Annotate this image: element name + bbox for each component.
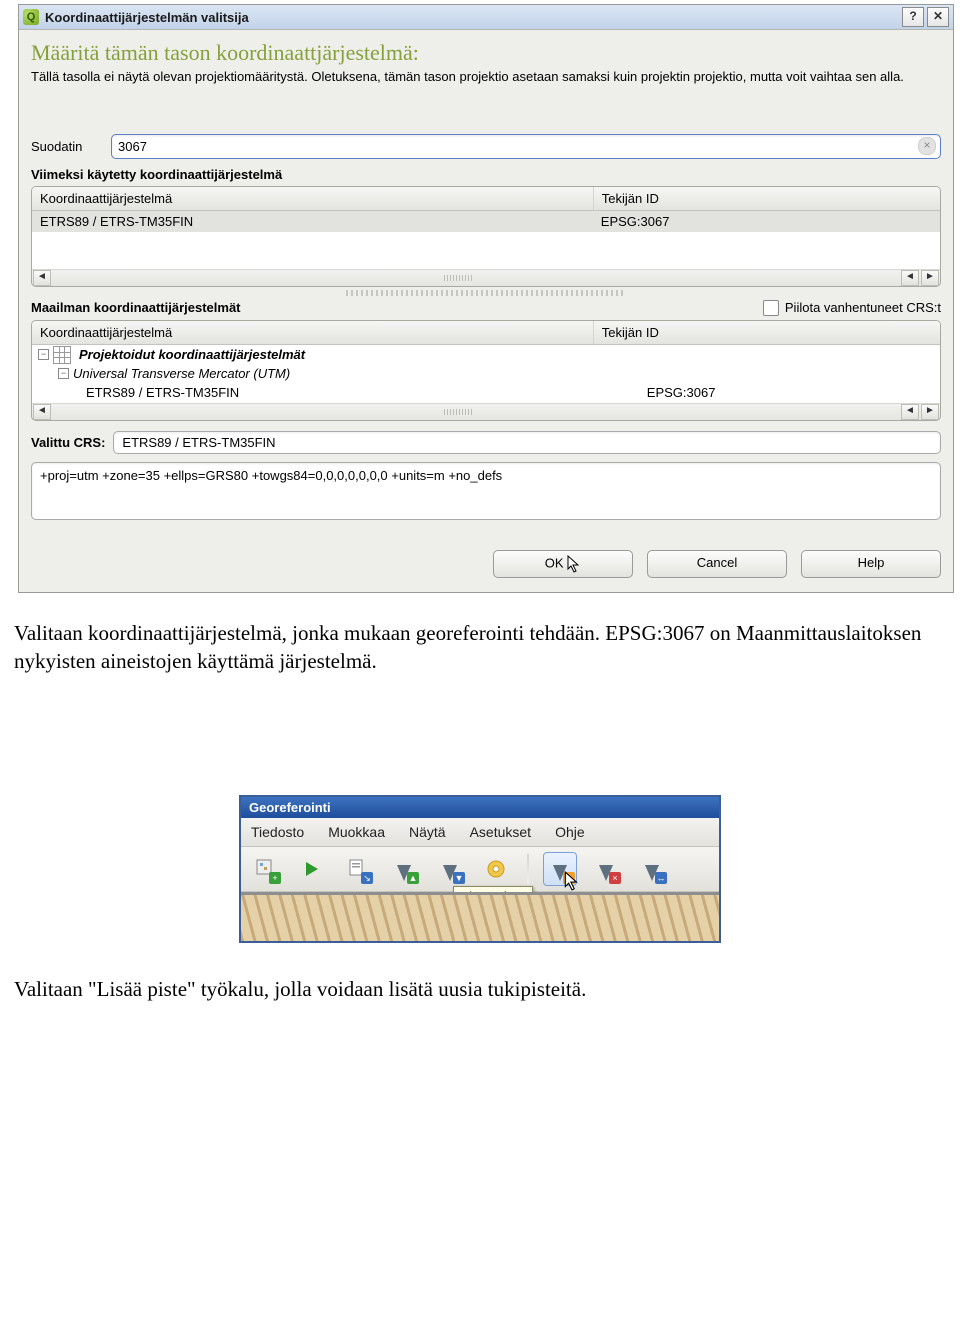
menu-file[interactable]: Tiedosto	[251, 824, 304, 840]
col-header-id-2[interactable]: Tekijän ID	[594, 321, 941, 344]
tree-group-utm[interactable]: − Universal Transverse Mercator (UTM)	[32, 365, 940, 382]
cursor-icon	[567, 555, 581, 573]
hide-deprecated-label: Piilota vanhentuneet CRS:t	[785, 300, 941, 315]
add-point-button[interactable]: ★	[543, 852, 577, 886]
arrow-badge-icon: ↘	[361, 872, 373, 884]
scroll-left4-icon[interactable]: ◄	[901, 404, 919, 420]
titlebar: Q Koordinaattijärjestelmän valitsija ? ✕	[19, 5, 953, 30]
selected-crs-label: Valittu CRS:	[31, 435, 105, 450]
load-gcp-button[interactable]: ▲	[387, 852, 421, 886]
down-badge-icon: ▼	[453, 872, 465, 884]
menu-settings[interactable]: Asetukset	[470, 824, 531, 840]
crs-selector-dialog: Q Koordinaattijärjestelmän valitsija ? ✕…	[18, 4, 954, 593]
grid-icon	[53, 346, 71, 364]
tree-leaf-id: EPSG:3067	[639, 382, 941, 403]
world-hscrollbar[interactable]: ◄ ◄ ►	[32, 403, 940, 420]
ok-button[interactable]: OK	[493, 550, 633, 578]
dialog-title: Koordinaattijärjestelmän valitsija	[45, 10, 899, 25]
tree-group-projected[interactable]: − Projektoidut koordinaattijärjestelmät	[32, 345, 940, 365]
georef-title: Georeferointi	[241, 797, 719, 818]
georef-menubar: Tiedosto Muokkaa Näytä Asetukset Ohje	[241, 818, 719, 847]
selected-crs-field[interactable]: ETRS89 / ETRS-TM35FIN	[113, 431, 941, 454]
recent-crs-id: EPSG:3067	[593, 211, 941, 232]
scroll-right-icon[interactable]: ►	[921, 270, 939, 286]
recent-crs-row[interactable]: ETRS89 / ETRS-TM35FIN EPSG:3067	[32, 211, 940, 232]
scroll-left2-icon[interactable]: ◄	[901, 270, 919, 286]
plus-badge-icon: +	[269, 872, 281, 884]
splitter-handle[interactable]	[346, 290, 626, 296]
filter-input-wrap[interactable]: ×	[111, 134, 941, 159]
help-button[interactable]: Help	[801, 550, 941, 578]
col-header-crs-2[interactable]: Koordinaattijärjestelmä	[32, 321, 594, 344]
qgis-icon: Q	[23, 9, 39, 25]
world-list-header: Koordinaattijärjestelmä Tekijän ID	[32, 321, 940, 345]
world-crs-tree[interactable]: Koordinaattijärjestelmä Tekijän ID − Pro…	[31, 320, 941, 421]
clear-filter-icon[interactable]: ×	[918, 137, 936, 155]
cancel-button[interactable]: Cancel	[647, 550, 787, 578]
move-point-button[interactable]: ↔	[635, 852, 669, 886]
recent-list-header: Koordinaattijärjestelmä Tekijän ID	[32, 187, 940, 211]
col-header-id[interactable]: Tekijän ID	[594, 187, 941, 210]
tree-group-projected-label: Projektoidut koordinaattijärjestelmät	[79, 347, 305, 362]
scroll-left3-icon[interactable]: ◄	[33, 404, 51, 420]
move-badge-icon: ↔	[655, 872, 667, 884]
header-description: Tällä tasolla ei näytä olevan projektiom…	[31, 68, 941, 86]
tree-leaf-row[interactable]: ETRS89 / ETRS-TM35FIN EPSG:3067	[32, 382, 940, 403]
tree-collapse-icon[interactable]: −	[38, 349, 49, 360]
proj-string-field[interactable]: +proj=utm +zone=35 +ellps=GRS80 +towgs84…	[31, 462, 941, 520]
georeferencer-window: Georeferointi Tiedosto Muokkaa Näytä Ase…	[239, 795, 721, 943]
doc-paragraph-2: Valitaan "Lisää piste" työkalu, jolla vo…	[14, 977, 946, 1002]
recent-crs-name: ETRS89 / ETRS-TM35FIN	[32, 211, 593, 232]
recent-crs-label: Viimeksi käytetty koordinaattijärjestelm…	[31, 167, 941, 182]
menu-edit[interactable]: Muokkaa	[328, 824, 385, 840]
generate-script-button[interactable]: ↘	[341, 852, 375, 886]
cursor-icon-2	[564, 871, 580, 891]
up-badge-icon: ▲	[407, 872, 419, 884]
world-crs-label: Maailman koordinaattijärjestelmät	[31, 300, 241, 315]
scroll-left-icon[interactable]: ◄	[33, 270, 51, 286]
doc-paragraph-1: Valitaan koordinaattijärjestelmä, jonka …	[14, 619, 946, 676]
transformation-settings-button[interactable]	[479, 852, 513, 886]
help-titlebar-button[interactable]: ?	[902, 7, 924, 27]
filter-label: Suodatin	[31, 139, 103, 154]
header-title: Määritä tämän tason koordinaattjärjestel…	[31, 40, 941, 66]
toolbar-separator	[527, 854, 529, 884]
tree-collapse-icon-2[interactable]: −	[58, 368, 69, 379]
tree-group-utm-label: Universal Transverse Mercator (UTM)	[73, 366, 290, 381]
menu-view[interactable]: Näytä	[409, 824, 446, 840]
menu-help[interactable]: Ohje	[555, 824, 585, 840]
hide-deprecated-checkbox[interactable]: Piilota vanhentuneet CRS:t	[763, 300, 941, 316]
dialog-body: Määritä tämän tason koordinaattjärjestel…	[19, 30, 953, 592]
col-header-crs[interactable]: Koordinaattijärjestelmä	[32, 187, 594, 210]
scroll-right2-icon[interactable]: ►	[921, 404, 939, 420]
ok-button-label: OK	[545, 555, 564, 570]
tree-leaf-crs: ETRS89 / ETRS-TM35FIN	[32, 382, 639, 403]
georef-canvas[interactable]	[241, 892, 719, 941]
gear-icon	[484, 857, 508, 881]
recent-hscrollbar[interactable]: ◄ ◄ ►	[32, 269, 940, 286]
recent-crs-list[interactable]: Koordinaattijärjestelmä Tekijän ID ETRS8…	[31, 186, 941, 287]
delete-badge-icon: ×	[609, 872, 621, 884]
checkbox-icon[interactable]	[763, 300, 779, 316]
filter-input[interactable]	[116, 137, 918, 156]
save-gcp-button[interactable]: ▼	[433, 852, 467, 886]
run-button[interactable]	[295, 852, 329, 886]
open-raster-button[interactable]: +	[249, 852, 283, 886]
close-titlebar-button[interactable]: ✕	[927, 7, 949, 27]
delete-point-button[interactable]: ×	[589, 852, 623, 886]
